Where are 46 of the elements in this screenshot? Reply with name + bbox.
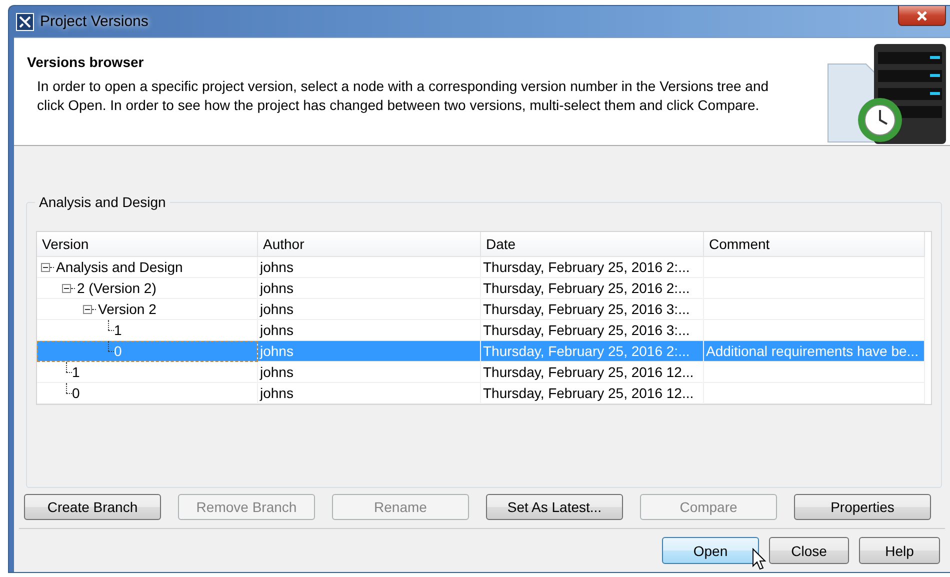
tree-row-cell[interactable]: 0 (37, 383, 258, 404)
date-cell: Thursday, February 25, 2016 2:... (481, 341, 704, 362)
action-button[interactable]: Set As Latest... (486, 494, 623, 520)
version-label: Version 2 (97, 300, 156, 319)
author-cell: johns (258, 278, 481, 299)
tree-row-cell[interactable]: 1 (37, 362, 258, 383)
author-cell: johns (258, 362, 481, 383)
author-cell: johns (258, 257, 481, 278)
action-button[interactable]: Create Branch (24, 494, 161, 520)
close-button[interactable] (898, 6, 946, 26)
app-icon (16, 12, 34, 30)
version-label: 0 (71, 384, 80, 403)
column-header[interactable]: Version (37, 232, 258, 257)
date-cell: Thursday, February 25, 2016 12... (481, 383, 704, 404)
column-header[interactable]: Date (481, 232, 704, 257)
action-button[interactable]: Properties (794, 494, 931, 520)
tree-row-cell[interactable]: Version 2 (37, 299, 258, 320)
author-cell: johns (258, 383, 481, 404)
dialog-button[interactable]: Close (769, 537, 849, 564)
date-cell: Thursday, February 25, 2016 2:... (481, 257, 704, 278)
author-cell: johns (258, 341, 481, 362)
date-cell: Thursday, February 25, 2016 12... (481, 362, 704, 383)
date-cell: Thursday, February 25, 2016 3:... (481, 299, 704, 320)
header-title: Versions browser (27, 54, 145, 70)
group-title: Analysis and Design (35, 194, 170, 210)
version-label: 2 (Version 2) (76, 279, 156, 298)
version-label: 1 (113, 321, 122, 340)
collapse-icon[interactable] (62, 284, 71, 292)
author-cell: johns (258, 299, 481, 320)
version-label: Analysis and Design (55, 258, 183, 277)
tree-row-cell[interactable]: 2 (Version 2) (37, 278, 258, 299)
comment-cell: Additional requirements have be... (704, 341, 925, 362)
dialog-button[interactable]: Open (662, 537, 759, 564)
version-label: 1 (71, 363, 80, 382)
collapse-icon[interactable] (41, 262, 50, 272)
tree-row-cell[interactable]: Analysis and Design (37, 257, 258, 278)
collapse-icon[interactable] (83, 304, 92, 314)
column-header[interactable]: Comment (704, 232, 925, 257)
column-header[interactable]: Author (258, 232, 481, 257)
mouse-cursor-icon (752, 548, 768, 572)
close-icon (917, 10, 927, 20)
window-title: Project Versions (40, 13, 148, 30)
date-cell: Thursday, February 25, 2016 2:... (481, 278, 704, 299)
version-label: 0 (113, 342, 122, 361)
header-description: In order to open a specific project version, select a node with a corresponding version number in the Versions tree and click Open. In order to see how the project has changed between two versions, multi-select them and click Compare. (36, 77, 770, 115)
dialog-button[interactable]: Help (859, 537, 940, 564)
